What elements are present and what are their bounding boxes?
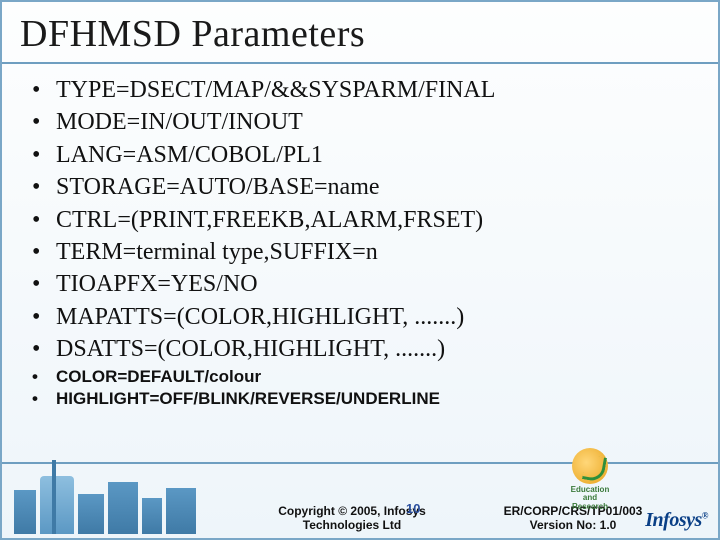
bullet-text: TIOAPFX=YES/NO xyxy=(56,271,258,297)
bullet-text: CTRL=(PRINT,FREEKB,ALARM,FRSET) xyxy=(56,207,483,233)
bullet-item: MAPATTS=(COLOR,HIGHLIGHT, .......) xyxy=(32,301,718,333)
education-research-badge: Education and Research xyxy=(560,448,620,508)
bullet-text: MODE=IN/OUT/INOUT xyxy=(56,109,303,135)
bullet-text: DSATTS=(COLOR,HIGHLIGHT, .......) xyxy=(56,336,445,362)
bullet-item: DSATTS=(COLOR,HIGHLIGHT, .......) xyxy=(32,333,718,365)
bullet-item: LANG=ASM/COBOL/PL1 xyxy=(32,139,718,171)
bullet-text: TERM=terminal type,SUFFIX=n xyxy=(56,239,378,265)
sub-bullet-text: HIGHLIGHT=OFF/BLINK/REVERSE/UNDERLINE xyxy=(56,389,440,408)
bullet-item: TERM=terminal type,SUFFIX=n xyxy=(32,236,718,268)
bullet-text: TYPE=DSECT/MAP/&&SYSPARM/FINAL xyxy=(56,77,495,103)
infosys-logo: Infosys® xyxy=(645,509,708,532)
copyright-line-2: Technologies Ltd xyxy=(303,518,401,532)
registered-icon: ® xyxy=(702,510,708,520)
slide-title: DFHMSD Parameters xyxy=(2,2,718,56)
brand-text: Infosys xyxy=(645,509,702,531)
bullet-text: STORAGE=AUTO/BASE=name xyxy=(56,174,380,200)
sub-bullet-text: COLOR=DEFAULT/colour xyxy=(56,367,261,386)
badge-icon xyxy=(572,448,608,484)
bullet-text: MAPATTS=(COLOR,HIGHLIGHT, .......) xyxy=(56,304,464,330)
copyright-line-1: Copyright © 2005, Infosys xyxy=(278,504,426,518)
ref-line-2: Version No: 1.0 xyxy=(530,518,617,532)
sub-bullet-list: COLOR=DEFAULT/colour HIGHLIGHT=OFF/BLINK… xyxy=(32,366,718,412)
content-area: TYPE=DSECT/MAP/&&SYSPARM/FINAL MODE=IN/O… xyxy=(2,64,718,411)
skyline-image xyxy=(8,466,208,534)
sub-bullet-item: COLOR=DEFAULT/colour xyxy=(32,366,718,389)
badge-line: Research xyxy=(572,502,608,511)
bullet-item: TYPE=DSECT/MAP/&&SYSPARM/FINAL xyxy=(32,74,718,106)
sub-bullet-item: HIGHLIGHT=OFF/BLINK/REVERSE/UNDERLINE xyxy=(32,388,718,411)
bullet-item: MODE=IN/OUT/INOUT xyxy=(32,106,718,138)
bullet-item: CTRL=(PRINT,FREEKB,ALARM,FRSET) xyxy=(32,204,718,236)
footer: Copyright © 2005, Infosys Technologies L… xyxy=(2,456,718,538)
slide: DFHMSD Parameters TYPE=DSECT/MAP/&&SYSPA… xyxy=(0,0,720,540)
bullet-item: TIOAPFX=YES/NO xyxy=(32,268,718,300)
bullet-text: LANG=ASM/COBOL/PL1 xyxy=(56,142,323,168)
page-number: 10 xyxy=(406,501,420,516)
footer-copyright: Copyright © 2005, Infosys Technologies L… xyxy=(222,504,482,532)
badge-text: Education and Research xyxy=(560,486,620,511)
bullet-list: TYPE=DSECT/MAP/&&SYSPARM/FINAL MODE=IN/O… xyxy=(32,74,718,366)
bullet-item: STORAGE=AUTO/BASE=name xyxy=(32,171,718,203)
